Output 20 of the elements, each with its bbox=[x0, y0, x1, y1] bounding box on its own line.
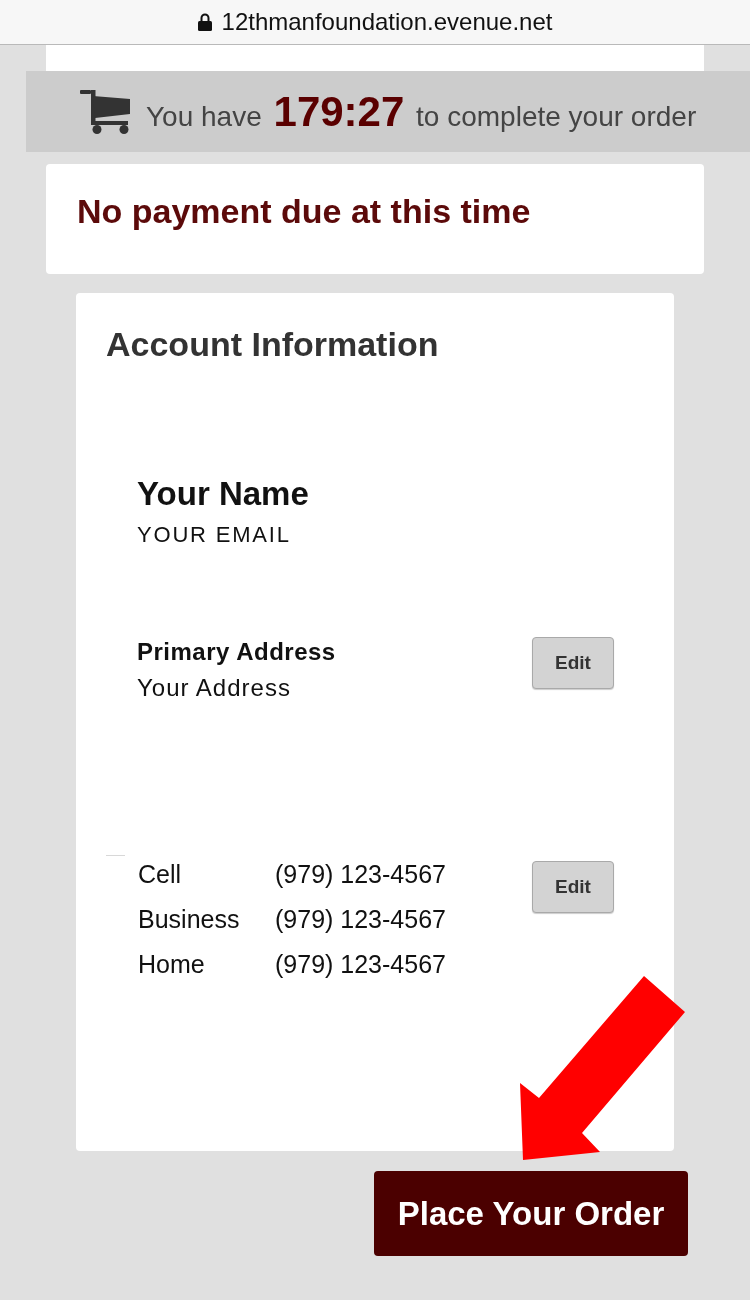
phone-type: Cell bbox=[138, 860, 183, 889]
account-email: YOUR EMAIL bbox=[137, 521, 292, 549]
timer-message: You have 179:27 to complete your order bbox=[146, 87, 697, 136]
address-label: Primary Address bbox=[137, 637, 336, 667]
phone-type: Home bbox=[138, 950, 206, 979]
address-bar[interactable]: 12thmanfoundation.evenue.net bbox=[0, 0, 750, 45]
phone-number: (979) 123-4567 bbox=[275, 950, 447, 979]
lock-icon bbox=[197, 13, 212, 31]
phone-number: (979) 123-4567 bbox=[275, 860, 447, 889]
cart-icon bbox=[80, 89, 130, 134]
phone-number: (979) 123-4567 bbox=[275, 905, 447, 934]
edit-button[interactable]: Edit bbox=[532, 637, 614, 689]
payment-message: No payment due at this time bbox=[77, 191, 532, 232]
account-name: Your Name bbox=[137, 474, 310, 514]
section-title: Account Information bbox=[106, 324, 440, 364]
url-text: 12thmanfoundation.evenue.net bbox=[221, 8, 553, 36]
place-order-button[interactable]: Place Your Order bbox=[374, 1171, 688, 1256]
phone-type: Business bbox=[138, 905, 241, 934]
edit-button[interactable]: Edit bbox=[532, 861, 614, 913]
address-value: Your Address bbox=[137, 673, 292, 703]
